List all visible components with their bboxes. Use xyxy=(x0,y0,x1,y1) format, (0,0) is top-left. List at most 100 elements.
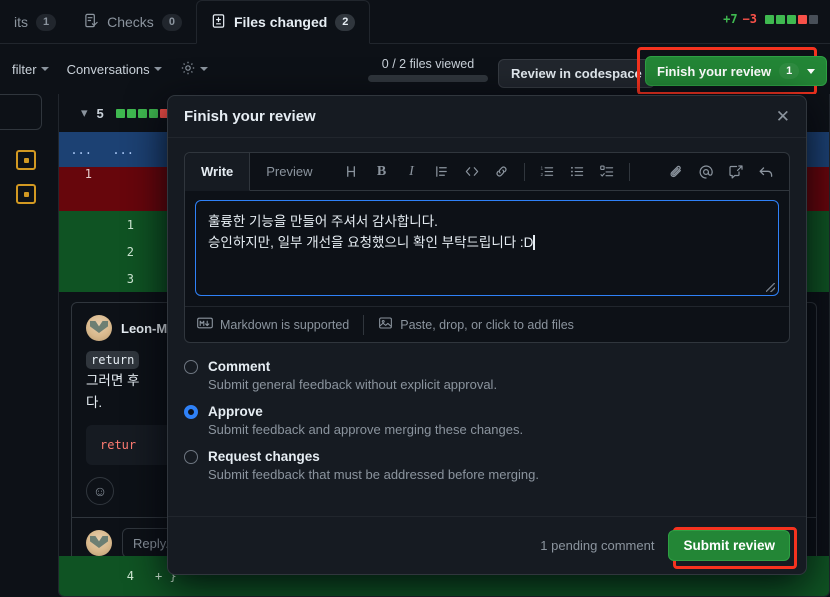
submit-review-button[interactable]: Submit review xyxy=(668,530,790,561)
editor-actions xyxy=(661,157,781,187)
gear-icon xyxy=(180,60,196,79)
diff-stat-blocks xyxy=(765,14,818,24)
finish-your-review-button[interactable]: Finish your review 1 xyxy=(645,56,828,86)
conversations-dropdown[interactable]: Conversations xyxy=(67,62,162,77)
pending-comment-count: 1 pending comment xyxy=(540,538,655,553)
deletion-line-number: 1 xyxy=(84,167,92,181)
comment-textarea[interactable]: 훌륭한 기능을 만들어 주셔서 감사합니다. 승인하지만, 일부 개선을 요청했… xyxy=(195,200,779,296)
addition-line-number: 1 xyxy=(126,217,134,232)
heading-icon[interactable] xyxy=(337,157,367,187)
annotation-marker-icon-2[interactable] xyxy=(16,184,36,204)
avatar xyxy=(86,530,112,556)
task-list-icon[interactable] xyxy=(592,157,622,187)
avatar[interactable] xyxy=(86,315,112,341)
annotation-marker-icon-1[interactable] xyxy=(16,150,36,170)
mention-icon[interactable] xyxy=(691,157,721,187)
toolbar-divider xyxy=(523,162,525,181)
finish-review-count: 1 xyxy=(779,63,800,79)
svg-text:2: 2 xyxy=(540,172,543,177)
tab-files-changed-count: 2 xyxy=(335,13,356,31)
tab-checks[interactable]: Checks 0 xyxy=(70,0,196,44)
dialog-header: Finish your review ✕ xyxy=(168,96,806,138)
attachment-icon[interactable] xyxy=(661,157,691,187)
filter-label: filter xyxy=(12,61,37,77)
conversations-label: Conversations xyxy=(66,61,150,77)
link-icon[interactable] xyxy=(487,157,517,187)
tab-checks-label: Checks xyxy=(107,14,154,30)
chevron-down-icon xyxy=(153,67,162,71)
saved-reply-icon[interactable] xyxy=(721,157,751,187)
tab-write[interactable]: Write xyxy=(185,153,251,191)
pr-tab-bar: its 1 Checks 0 Files changed 2 +7 −3 xyxy=(0,0,830,44)
rail-search-box[interactable] xyxy=(0,94,42,130)
comment-author[interactable]: Leon-M xyxy=(121,321,167,336)
code-icon[interactable] xyxy=(457,157,487,187)
review-type-options: Comment Submit general feedback without … xyxy=(168,343,806,482)
bold-icon[interactable]: B xyxy=(367,157,397,187)
tab-files-changed-label: Files changed xyxy=(233,14,328,30)
files-viewed-label: 0 / 2 files viewed xyxy=(381,57,475,71)
chevron-down-icon xyxy=(199,67,208,71)
comment-text-line-1: 훌륭한 기능을 만들어 주셔서 감사합니다. xyxy=(208,214,438,229)
filter-dropdown[interactable]: filter xyxy=(12,62,49,77)
radio-approve[interactable] xyxy=(184,404,198,419)
diff-deletions: −3 xyxy=(742,12,757,26)
chevron-down-icon xyxy=(807,68,816,74)
option-comment-desc: Submit general feedback without explicit… xyxy=(208,377,498,392)
tab-preview[interactable]: Preview xyxy=(250,153,328,191)
ordered-list-icon[interactable]: 1 2 xyxy=(532,157,562,187)
option-approve[interactable]: Approve Submit feedback and approve merg… xyxy=(184,404,790,437)
markdown-supported-hint[interactable]: Markdown is supported xyxy=(197,317,349,332)
comment-text-line-2-wrap: 승인하지만, 일부 개선을 요청했으니 확인 부탁드립니다 :D xyxy=(208,232,766,253)
option-approve-desc: Submit feedback and approve merging thes… xyxy=(208,422,524,437)
option-approve-label: Approve xyxy=(208,404,263,419)
inline-code-chip: return xyxy=(86,351,140,369)
file-change-count: 5 xyxy=(96,105,104,121)
comment-editor: Write Preview B I 1 2 훌륭한 기능을 만들어 주셔서 감사… xyxy=(184,152,790,343)
files-viewed-progress: 0 / 2 files viewed xyxy=(368,57,488,82)
markdown-icon xyxy=(197,317,213,332)
tab-commits-count: 1 xyxy=(36,13,57,31)
checklist-icon xyxy=(84,13,99,31)
addition-line-number: 4 xyxy=(126,569,134,583)
chevron-down-icon[interactable]: ▾ xyxy=(81,105,88,121)
image-icon xyxy=(378,316,393,333)
emoji-smile-icon[interactable]: ☺ xyxy=(86,477,114,505)
addition-line-number: 2 xyxy=(126,244,134,259)
toolbar-divider xyxy=(628,162,630,181)
dialog-title: Finish your review xyxy=(184,108,316,125)
attach-files-hint[interactable]: Paste, drop, or click to add files xyxy=(378,316,574,333)
reply-icon[interactable] xyxy=(751,157,781,187)
option-request-changes-label: Request changes xyxy=(208,449,320,464)
finish-review-dialog: Finish your review ✕ Write Preview B I 1… xyxy=(167,95,807,575)
italic-icon[interactable]: I xyxy=(397,157,427,187)
diff-settings-dropdown[interactable] xyxy=(180,60,208,79)
tab-checks-count: 0 xyxy=(161,13,182,31)
tab-commits[interactable]: its 1 xyxy=(0,0,70,44)
review-in-codespace-button[interactable]: Review in codespace xyxy=(498,59,655,88)
option-request-changes[interactable]: Request changes Submit feedback that mus… xyxy=(184,449,790,482)
finish-review-label: Finish your review xyxy=(657,63,772,79)
radio-comment[interactable] xyxy=(184,359,198,374)
option-comment-label: Comment xyxy=(208,359,271,374)
app-root: its 1 Checks 0 Files changed 2 +7 −3 fil… xyxy=(0,0,830,597)
radio-request-changes[interactable] xyxy=(184,449,198,464)
diff-stat: +7 −3 xyxy=(723,12,818,26)
close-icon[interactable]: ✕ xyxy=(776,108,790,125)
dialog-footer: 1 pending comment Submit review xyxy=(168,516,806,574)
quote-icon[interactable] xyxy=(427,157,457,187)
hunk-gutter-left: ... xyxy=(70,142,92,157)
option-comment[interactable]: Comment Submit general feedback without … xyxy=(184,359,790,392)
attach-files-label: Paste, drop, or click to add files xyxy=(400,317,574,332)
markdown-supported-label: Markdown is supported xyxy=(220,317,350,332)
chevron-down-icon xyxy=(40,67,49,71)
resize-handle[interactable] xyxy=(766,283,775,292)
unordered-list-icon[interactable] xyxy=(562,157,592,187)
code-keyword: retur xyxy=(100,438,137,452)
tab-files-changed[interactable]: Files changed 2 xyxy=(195,0,371,44)
file-tree-rail xyxy=(0,94,58,597)
editor-footer: Markdown is supported Paste, drop, or cl… xyxy=(185,306,789,342)
comment-textarea-wrap: 훌륭한 기능을 만들어 주셔서 감사합니다. 승인하지만, 일부 개선을 요청했… xyxy=(185,191,789,306)
diff-additions: +7 xyxy=(723,12,738,26)
files-viewed-bar xyxy=(368,75,488,82)
